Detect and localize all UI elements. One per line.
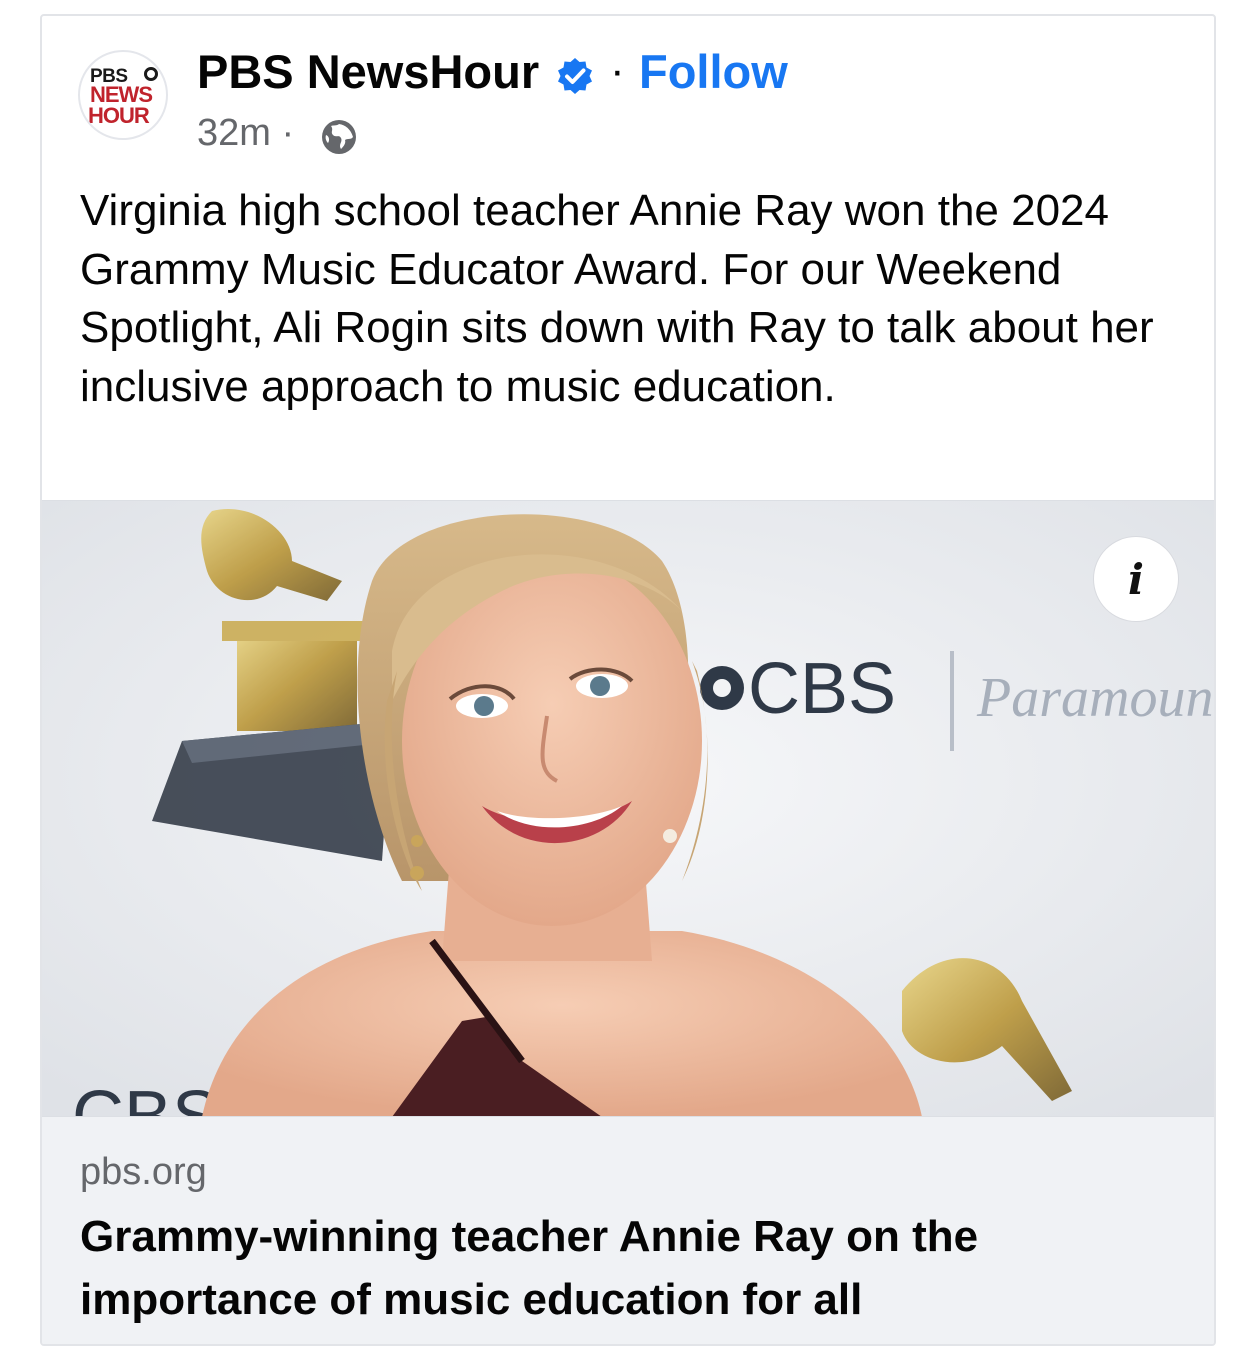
avatar-text-hour: HOUR xyxy=(88,103,150,128)
pbs-logo-icon xyxy=(144,67,158,81)
separator-dot: · xyxy=(610,46,625,95)
backdrop-text-cbs-bottom: CBS xyxy=(72,1077,220,1117)
link-preview[interactable]: pbs.org Grammy-winning teacher Annie Ray… xyxy=(42,1116,1214,1344)
post-header: PBS NEWS HOUR PBS NewsHour · Follow 32m … xyxy=(42,16,1214,166)
page-name-link[interactable]: PBS NewsHour xyxy=(197,44,539,99)
post-card: PBS NEWS HOUR PBS NewsHour · Follow 32m … xyxy=(40,14,1216,1346)
photo-scene: CBS Paramount CBS xyxy=(42,501,1216,1117)
link-domain: pbs.org xyxy=(80,1151,207,1193)
post-photo[interactable]: CBS Paramount CBS i xyxy=(42,500,1216,1117)
globe-icon[interactable] xyxy=(320,118,358,156)
follow-button[interactable]: Follow xyxy=(639,44,788,99)
verified-badge-icon xyxy=(558,58,592,94)
link-headline[interactable]: Grammy-winning teacher Annie Ray on the … xyxy=(80,1205,1180,1331)
page-avatar[interactable]: PBS NEWS HOUR xyxy=(78,50,168,140)
backdrop-text-paramount: Paramount xyxy=(976,667,1216,729)
info-icon: i xyxy=(1128,554,1144,604)
backdrop-text-cbs: CBS xyxy=(748,649,896,729)
post-timestamp[interactable]: 32m · xyxy=(197,112,294,155)
info-button[interactable]: i xyxy=(1094,537,1178,621)
post-message: Virginia high school teacher Annie Ray w… xyxy=(80,186,1154,411)
